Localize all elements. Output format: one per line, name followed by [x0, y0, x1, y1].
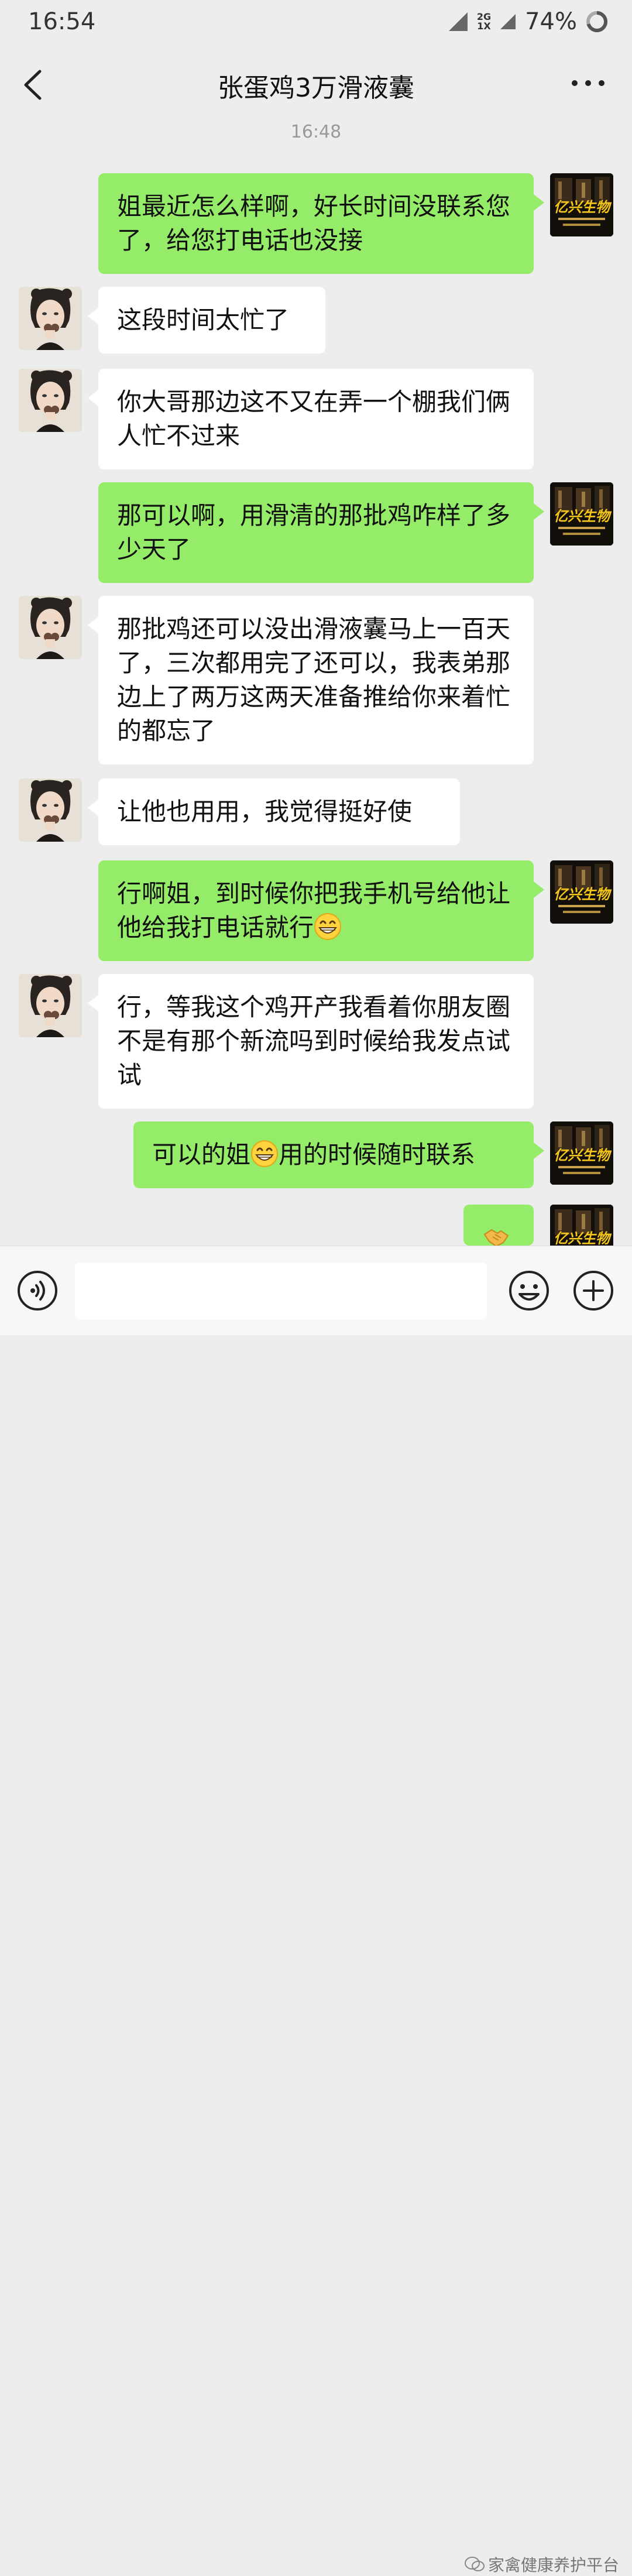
- emoji-button[interactable]: [508, 1270, 550, 1312]
- message-bubble[interactable]: 姐最近怎么样啊，好长时间没联系您了，给您打电话也没接: [98, 173, 544, 274]
- brand-logo-image: [550, 860, 613, 924]
- voice-icon: [18, 1271, 57, 1311]
- brand-logo-image: [550, 1121, 613, 1185]
- message-bubble[interactable]: [463, 1205, 534, 1246]
- status-indicators: 2G 1X 74%: [448, 8, 609, 35]
- network-type: 2G 1X: [477, 12, 491, 31]
- plus-circle-icon: [573, 1271, 613, 1311]
- message-bubble[interactable]: 那批鸡还可以没出滑液囊马上一百天了，三次都用完了还可以，我表弟那边上了两万这两天…: [88, 596, 534, 764]
- message-text: 那批鸡还可以没出滑液囊马上一百天了，三次都用完了还可以，我表弟那边上了两万这两天…: [117, 615, 511, 745]
- status-time: 16:54: [28, 8, 96, 35]
- signal-icon: [448, 12, 468, 31]
- contact-avatar[interactable]: [19, 778, 82, 842]
- contact-photo: [19, 778, 82, 842]
- emoji-face-icon: [509, 1271, 549, 1311]
- grin-emoji: [250, 1140, 279, 1168]
- wechat-logo-icon: [464, 2557, 485, 2571]
- self-avatar[interactable]: 亿兴生物: [550, 860, 613, 924]
- watermark: 家禽健康养护平台: [464, 2553, 619, 2576]
- contact-avatar[interactable]: [19, 974, 82, 1037]
- chat-header: 张蛋鸡3万滑液囊: [0, 53, 632, 117]
- message-bubble[interactable]: 这段时间太忙了: [88, 287, 325, 354]
- message-text: 你大哥那边这不又在弄一个棚我们俩人忙不过来: [117, 387, 511, 450]
- contact-avatar[interactable]: [19, 596, 82, 659]
- chat-timestamp: 16:48: [290, 122, 342, 142]
- contact-photo: [19, 596, 82, 659]
- message-text: 行，等我这个鸡开产我看着你朋友圈不是有那个新流吗到时候给我发点试试: [117, 993, 511, 1089]
- handshake-emoji: [482, 1223, 510, 1246]
- brand-logo-image: [550, 173, 613, 236]
- signal-small-icon: [500, 14, 516, 29]
- watermark-text: 家禽健康养护平台: [487, 2556, 619, 2575]
- message-input[interactable]: [75, 1263, 487, 1320]
- more-dots-icon: [572, 80, 604, 86]
- message-bubble[interactable]: 行啊姐，到时候你把我手机号给他让他给我打电话就行: [98, 860, 544, 961]
- network-type-bottom: 1X: [477, 20, 491, 32]
- chat-title: 张蛋鸡3万滑液囊: [218, 73, 414, 103]
- message-text: 让他也用用，我觉得挺好使: [117, 797, 413, 826]
- contact-photo: [19, 974, 82, 1037]
- message-text: 那可以啊，用滑清的那批鸡咋样了多少天了: [117, 501, 511, 564]
- contact-avatar[interactable]: [19, 287, 82, 350]
- contact-avatar[interactable]: [19, 369, 82, 432]
- message-bubble[interactable]: 让他也用用，我觉得挺好使: [88, 778, 460, 845]
- message-text: 用的时候随时联系: [279, 1140, 476, 1169]
- input-bar: 家禽健康养护平台: [0, 1246, 632, 2575]
- message-text: 姐最近怎么样啊，好长时间没联系您了，给您打电话也没接: [117, 192, 511, 255]
- grin-emoji-art: [314, 913, 342, 941]
- message-text: 可以的姐: [152, 1140, 251, 1169]
- message-bubble[interactable]: 可以的姐 用的时候随时联系: [133, 1121, 544, 1188]
- contact-photo: [19, 287, 82, 350]
- more-button[interactable]: [568, 71, 609, 95]
- battery-percent: 74%: [525, 8, 577, 35]
- message-bubble[interactable]: 那可以啊，用滑清的那批鸡咋样了多少天了: [98, 482, 544, 583]
- grin-emoji: [314, 913, 342, 941]
- grin-emoji-art: [250, 1140, 279, 1168]
- self-avatar[interactable]: 亿兴生物: [550, 482, 613, 546]
- self-avatar[interactable]: 亿兴生物: [550, 1121, 613, 1185]
- message-text: 这段时间太忙了: [117, 306, 290, 334]
- self-avatar[interactable]: 亿兴生物: [550, 173, 613, 236]
- contact-photo: [19, 369, 82, 432]
- voice-button[interactable]: [16, 1270, 59, 1312]
- battery-icon: [586, 11, 607, 32]
- plus-button[interactable]: [572, 1270, 614, 1312]
- brand-logo-image: [550, 482, 613, 546]
- message-bubble[interactable]: 行，等我这个鸡开产我看着你朋友圈不是有那个新流吗到时候给我发点试试: [88, 974, 534, 1109]
- status-bar: 16:54 2G 1X 74%: [0, 0, 632, 47]
- message-bubble[interactable]: 你大哥那边这不又在弄一个棚我们俩人忙不过来: [88, 369, 534, 469]
